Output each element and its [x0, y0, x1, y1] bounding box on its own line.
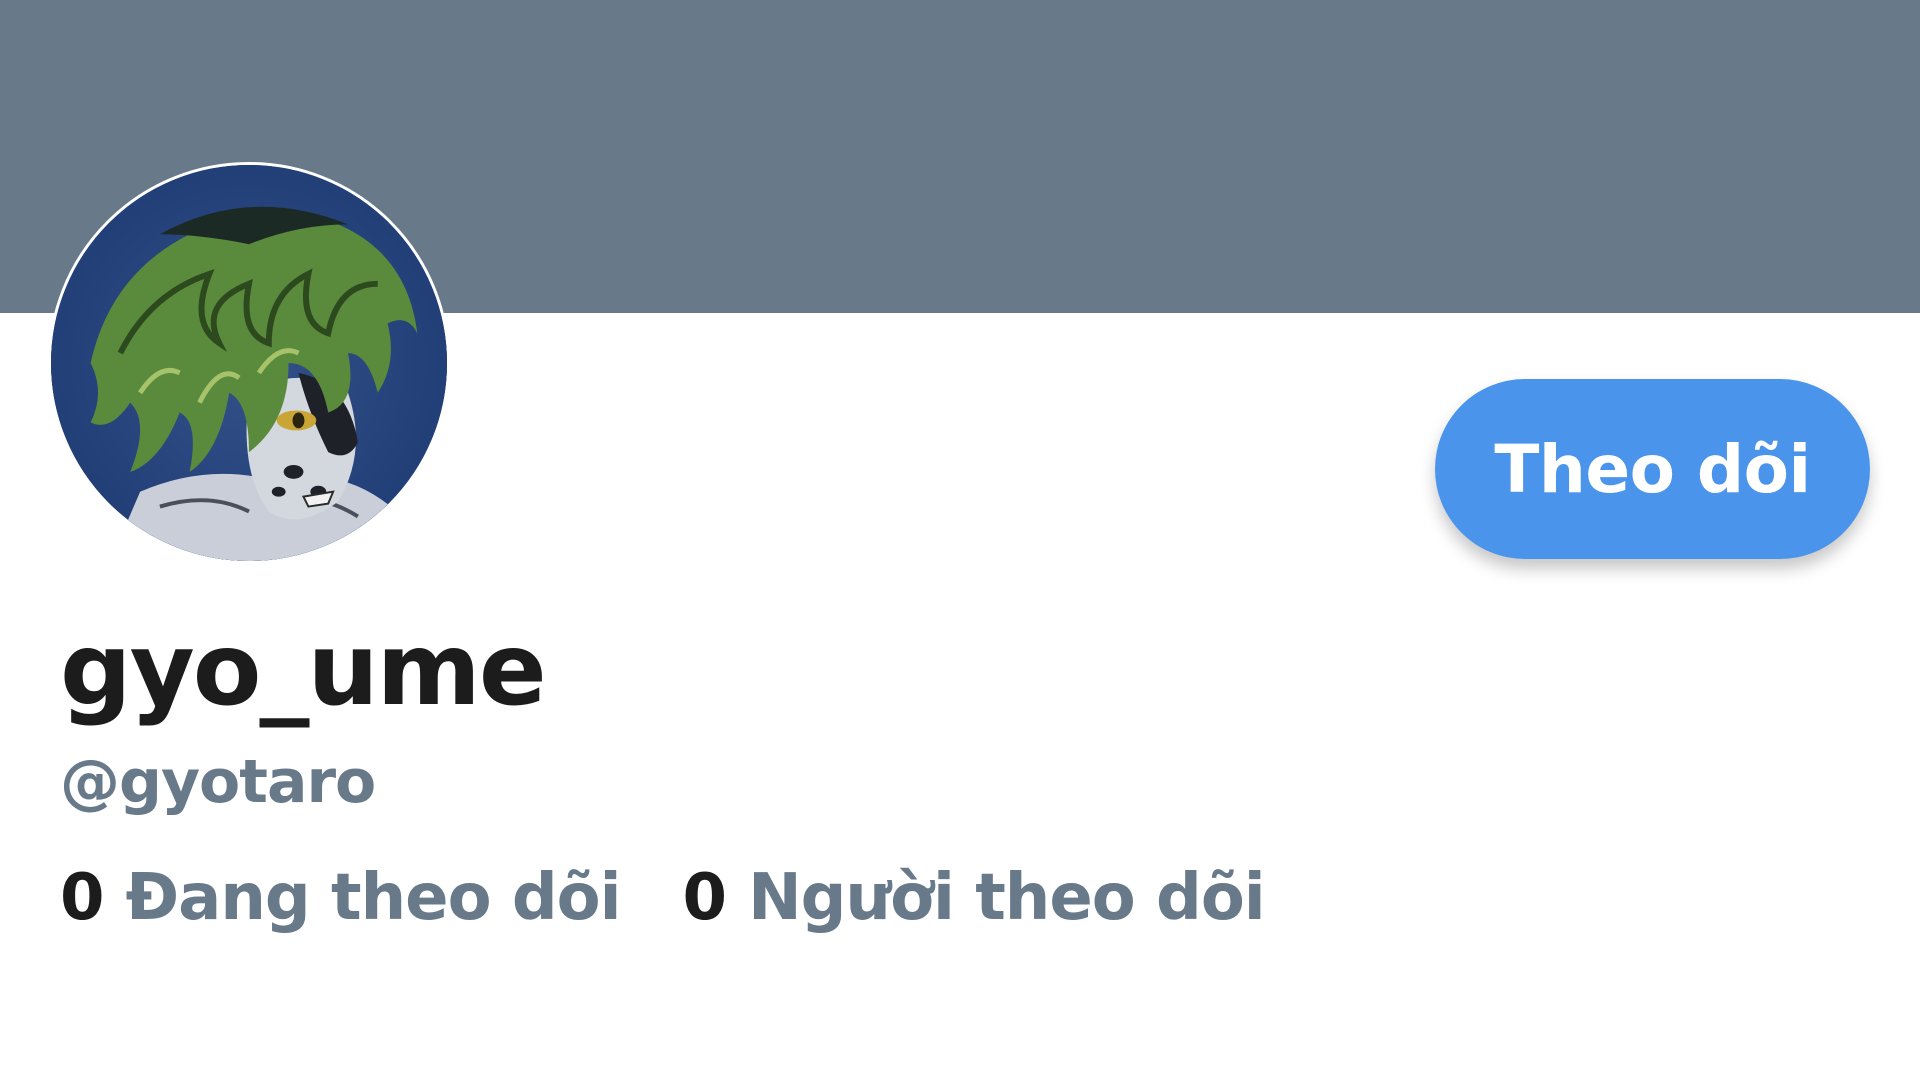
anime-character-avatar-icon — [51, 165, 447, 561]
follow-button[interactable]: Theo dõi — [1435, 379, 1870, 559]
followers-count: 0 — [682, 861, 728, 935]
following-label: Đang theo dõi — [125, 861, 622, 935]
follow-stats: 0 Đang theo dõi 0 Người theo dõi — [60, 861, 1266, 935]
profile-page: Theo dõi gyo_ume @gyotaro 0 Đang theo dõ… — [0, 0, 1920, 1086]
followers-stat[interactable]: 0 Người theo dõi — [682, 861, 1266, 935]
user-handle: @gyotaro — [60, 747, 376, 817]
followers-label: Người theo dõi — [748, 861, 1266, 935]
following-count: 0 — [60, 861, 105, 935]
following-stat[interactable]: 0 Đang theo dõi — [60, 861, 622, 935]
display-name: gyo_ume — [60, 611, 547, 728]
avatar[interactable] — [48, 162, 450, 564]
